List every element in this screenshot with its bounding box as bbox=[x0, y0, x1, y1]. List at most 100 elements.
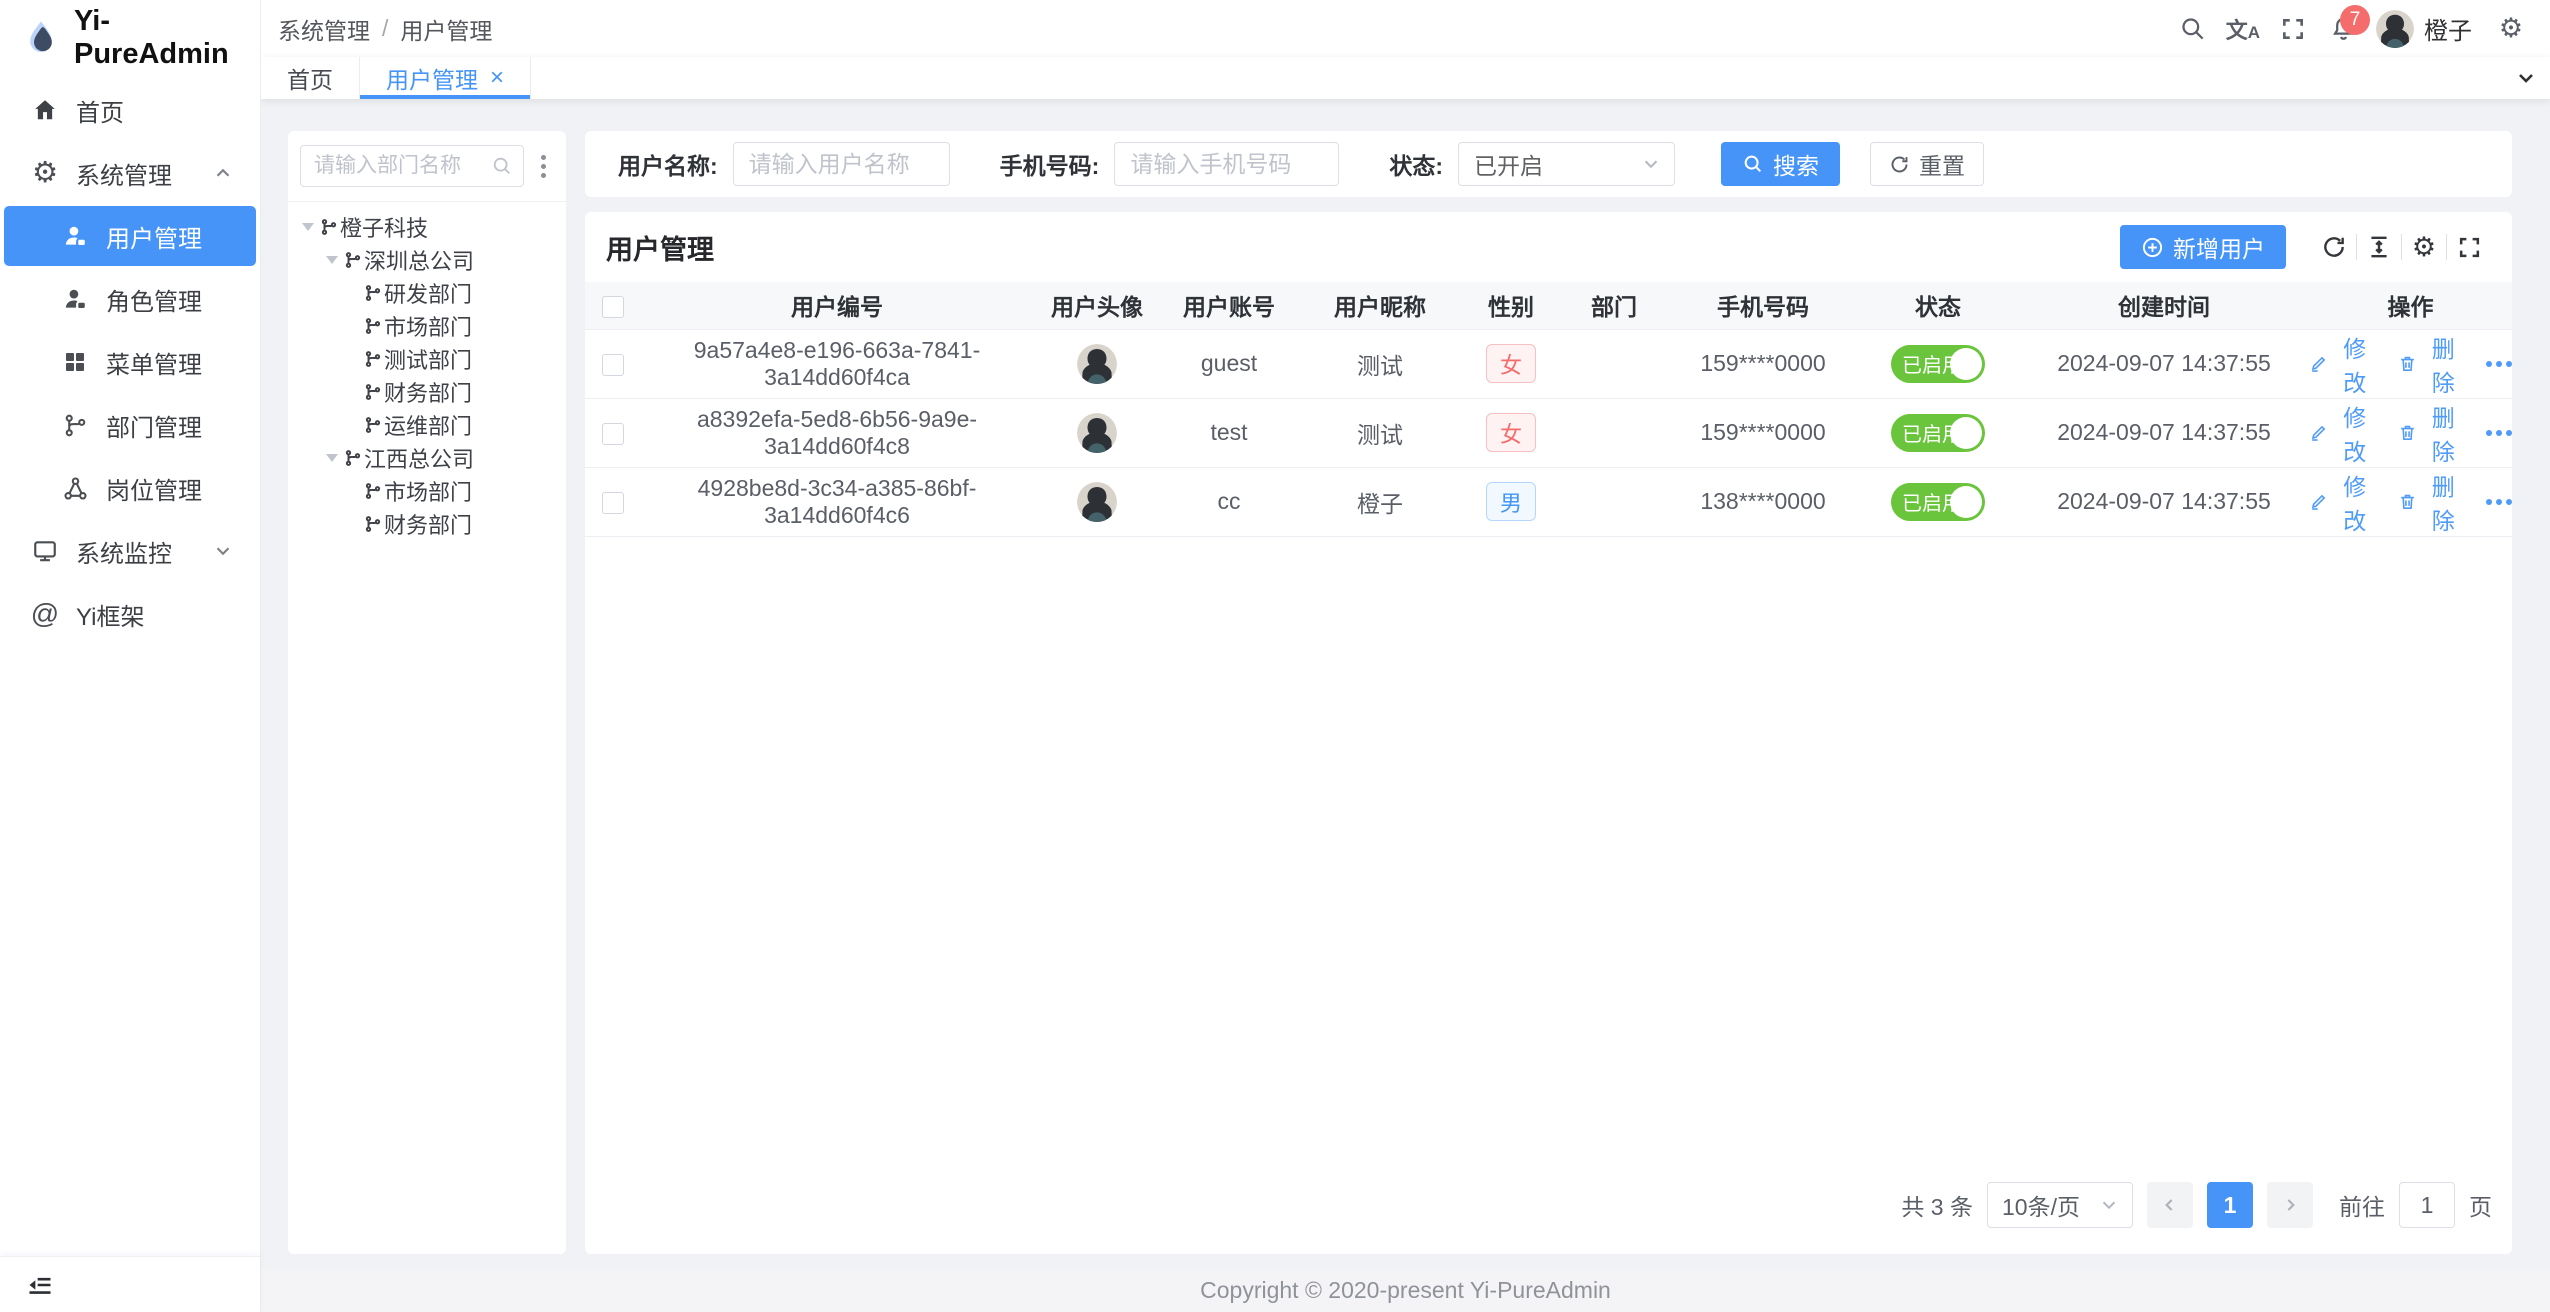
user-menu[interactable]: 橙子 bbox=[2368, 0, 2486, 57]
row-checkbox[interactable] bbox=[602, 492, 624, 514]
cell-nickname: 测试 bbox=[1297, 398, 1463, 467]
page-size-select[interactable]: 10条/页 bbox=[1987, 1182, 2133, 1228]
sidebar-item-system[interactable]: ⚙ 系统管理 bbox=[4, 143, 256, 203]
tree-node[interactable]: 研发部门 bbox=[288, 276, 566, 309]
caret-down-icon[interactable] bbox=[326, 454, 338, 468]
sidebar-item-label: 系统管理 bbox=[76, 156, 172, 191]
edit-button[interactable]: 修改 bbox=[2309, 399, 2376, 467]
translate-icon[interactable]: 文A bbox=[2218, 0, 2268, 57]
edit-button[interactable]: 修改 bbox=[2309, 468, 2376, 536]
tree-node[interactable]: 江西总公司 bbox=[288, 441, 566, 474]
tabbar-menu-chevron-icon[interactable] bbox=[2502, 57, 2550, 99]
select-all-checkbox[interactable] bbox=[602, 296, 624, 318]
tree-node[interactable]: 财务部门 bbox=[288, 507, 566, 540]
gender-tag: 女 bbox=[1486, 413, 1536, 452]
status-toggle[interactable]: 已启用 bbox=[1891, 483, 1985, 521]
notification-bell-icon[interactable]: 7 bbox=[2318, 0, 2368, 57]
search-icon[interactable] bbox=[2168, 0, 2218, 57]
status-select[interactable]: 已开启 bbox=[1458, 142, 1675, 186]
prev-page-button[interactable] bbox=[2147, 1182, 2193, 1228]
cell-created: 2024-09-07 14:37:55 bbox=[2019, 329, 2309, 398]
tree-node[interactable]: 橙子科技 bbox=[288, 210, 566, 243]
tab-close-icon[interactable]: × bbox=[490, 66, 504, 90]
sidebar-item-roles[interactable]: 角色管理 bbox=[4, 269, 256, 329]
col-avatar: 用户头像 bbox=[1033, 282, 1161, 329]
row-density-icon[interactable] bbox=[2357, 234, 2401, 260]
phone-input[interactable] bbox=[1114, 142, 1339, 186]
cell-dept bbox=[1559, 398, 1669, 467]
table-fullscreen-icon[interactable] bbox=[2447, 235, 2491, 260]
tab-users[interactable]: 用户管理 × bbox=[360, 57, 531, 99]
tree-node[interactable]: 测试部门 bbox=[288, 342, 566, 375]
tree-node[interactable]: 深圳总公司 bbox=[288, 243, 566, 276]
edit-button[interactable]: 修改 bbox=[2309, 330, 2376, 398]
department-tree-panel: 橙子科技 深圳总公司 研发部门 市场部门 bbox=[288, 131, 566, 1254]
delete-button[interactable]: 删除 bbox=[2398, 399, 2465, 467]
monitor-icon bbox=[30, 536, 60, 566]
share-nodes-icon bbox=[60, 473, 90, 503]
status-select-value: 已开启 bbox=[1474, 147, 1543, 181]
branch-icon bbox=[364, 284, 382, 302]
more-actions-icon[interactable] bbox=[2486, 361, 2512, 367]
branch-icon bbox=[364, 317, 382, 335]
page-number-button[interactable]: 1 bbox=[2207, 1182, 2253, 1228]
search-icon bbox=[491, 155, 513, 177]
breadcrumb-parent[interactable]: 系统管理 bbox=[278, 12, 370, 46]
delete-button[interactable]: 删除 bbox=[2398, 330, 2465, 398]
next-page-button[interactable] bbox=[2267, 1182, 2313, 1228]
tree-node[interactable]: 市场部门 bbox=[288, 474, 566, 507]
sidebar-item-posts[interactable]: 岗位管理 bbox=[4, 458, 256, 518]
tree-node[interactable]: 财务部门 bbox=[288, 375, 566, 408]
add-user-button[interactable]: 新增用户 bbox=[2120, 225, 2286, 269]
branch-icon bbox=[60, 410, 90, 440]
status-toggle[interactable]: 已启用 bbox=[1891, 345, 1985, 383]
breadcrumb-current: 用户管理 bbox=[400, 12, 492, 46]
tree-search-input[interactable] bbox=[314, 154, 491, 178]
refresh-icon[interactable] bbox=[2312, 234, 2356, 260]
goto-page-input[interactable] bbox=[2399, 1182, 2455, 1228]
tree-node[interactable]: 运维部门 bbox=[288, 408, 566, 441]
delete-label: 删除 bbox=[2422, 330, 2464, 398]
filter-name-group: 用户名称: bbox=[618, 142, 950, 186]
user-avatar bbox=[1077, 482, 1117, 522]
branch-icon bbox=[320, 218, 338, 236]
reset-button[interactable]: 重置 bbox=[1870, 142, 1984, 186]
more-actions-icon[interactable] bbox=[2486, 430, 2512, 436]
tree-node-label: 测试部门 bbox=[384, 343, 472, 375]
caret-down-icon[interactable] bbox=[302, 223, 314, 237]
status-toggle[interactable]: 已启用 bbox=[1891, 414, 1985, 452]
sidebar-item-depts[interactable]: 部门管理 bbox=[4, 395, 256, 455]
table-toolbar: 新增用户 ⚙ bbox=[2120, 225, 2491, 269]
add-user-label: 新增用户 bbox=[2173, 230, 2265, 264]
logo[interactable]: Yi-PureAdmin bbox=[0, 0, 260, 76]
tree-node[interactable]: 市场部门 bbox=[288, 309, 566, 342]
avatar bbox=[2376, 10, 2414, 48]
tab-home[interactable]: 首页 bbox=[261, 57, 360, 99]
column-settings-icon[interactable]: ⚙ bbox=[2402, 234, 2446, 261]
status-toggle-label: 已启用 bbox=[1902, 349, 1962, 378]
sidebar: Yi-PureAdmin 首页 ⚙ 系统管理 用户管理 bbox=[0, 0, 261, 1312]
breadcrumb: 系统管理 / 用户管理 bbox=[278, 12, 492, 46]
settings-gear-icon[interactable]: ⚙ bbox=[2486, 0, 2536, 57]
collapse-sidebar-icon[interactable] bbox=[26, 1271, 54, 1299]
gear-icon: ⚙ bbox=[30, 158, 60, 188]
delete-button[interactable]: 删除 bbox=[2398, 468, 2465, 536]
sidebar-item-monitor[interactable]: 系统监控 bbox=[4, 521, 256, 581]
cell-user-id: 9a57a4e8-e196-663a-7841-3a14dd60f4ca bbox=[641, 329, 1033, 398]
fullscreen-icon[interactable] bbox=[2268, 0, 2318, 57]
tab-label: 首页 bbox=[287, 61, 333, 95]
sidebar-item-home[interactable]: 首页 bbox=[4, 80, 256, 140]
sidebar-item-users[interactable]: 用户管理 bbox=[4, 206, 256, 266]
caret-down-icon[interactable] bbox=[326, 256, 338, 270]
sidebar-item-yi-framework[interactable]: @ Yi框架 bbox=[4, 584, 256, 644]
sidebar-item-label: 角色管理 bbox=[106, 282, 202, 317]
username-input[interactable] bbox=[733, 142, 950, 186]
search-button[interactable]: 搜索 bbox=[1721, 142, 1840, 186]
row-checkbox[interactable] bbox=[602, 354, 624, 376]
more-actions-icon[interactable] bbox=[2486, 499, 2512, 505]
tree-more-icon[interactable] bbox=[528, 155, 558, 178]
sidebar-item-menus[interactable]: 菜单管理 bbox=[4, 332, 256, 392]
row-checkbox[interactable] bbox=[602, 423, 624, 445]
cell-created: 2024-09-07 14:37:55 bbox=[2019, 398, 2309, 467]
search-button-label: 搜索 bbox=[1773, 147, 1819, 181]
